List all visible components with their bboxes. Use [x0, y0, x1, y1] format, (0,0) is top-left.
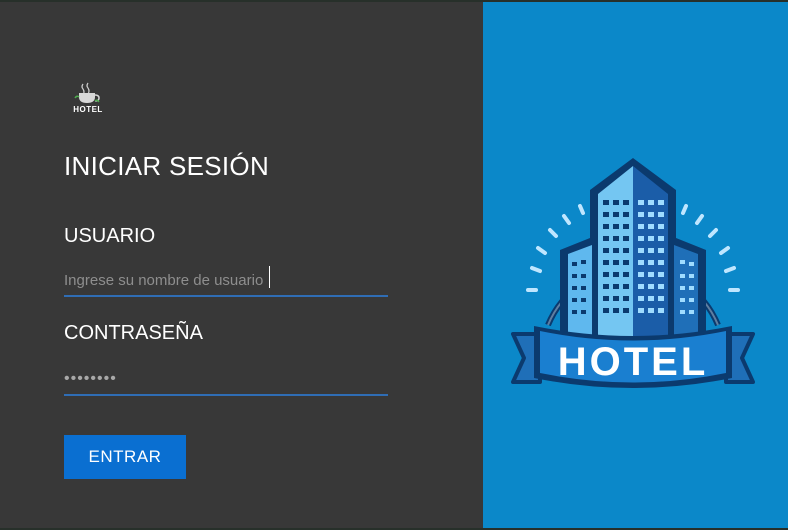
hotel-illustration: HOTEL — [511, 158, 755, 388]
login-window: HOTEL INICIAR SESIÓN USUARIO CONTRASEÑA … — [0, 0, 788, 530]
hotel-banner-text: HOTEL — [558, 340, 709, 384]
small-logo-text: HOTEL — [73, 105, 103, 114]
hotel-logo-small: HOTEL — [70, 82, 106, 116]
password-input[interactable] — [64, 364, 388, 396]
login-button[interactable]: ENTRAR — [64, 435, 186, 479]
username-input[interactable] — [64, 265, 388, 297]
login-panel: HOTEL INICIAR SESIÓN USUARIO CONTRASEÑA … — [0, 2, 483, 528]
password-label: CONTRASEÑA — [64, 322, 203, 344]
text-caret — [269, 266, 270, 288]
coffee-cup-icon — [74, 82, 100, 103]
page-title: INICIAR SESIÓN — [64, 151, 270, 181]
username-label: USUARIO — [64, 225, 156, 247]
